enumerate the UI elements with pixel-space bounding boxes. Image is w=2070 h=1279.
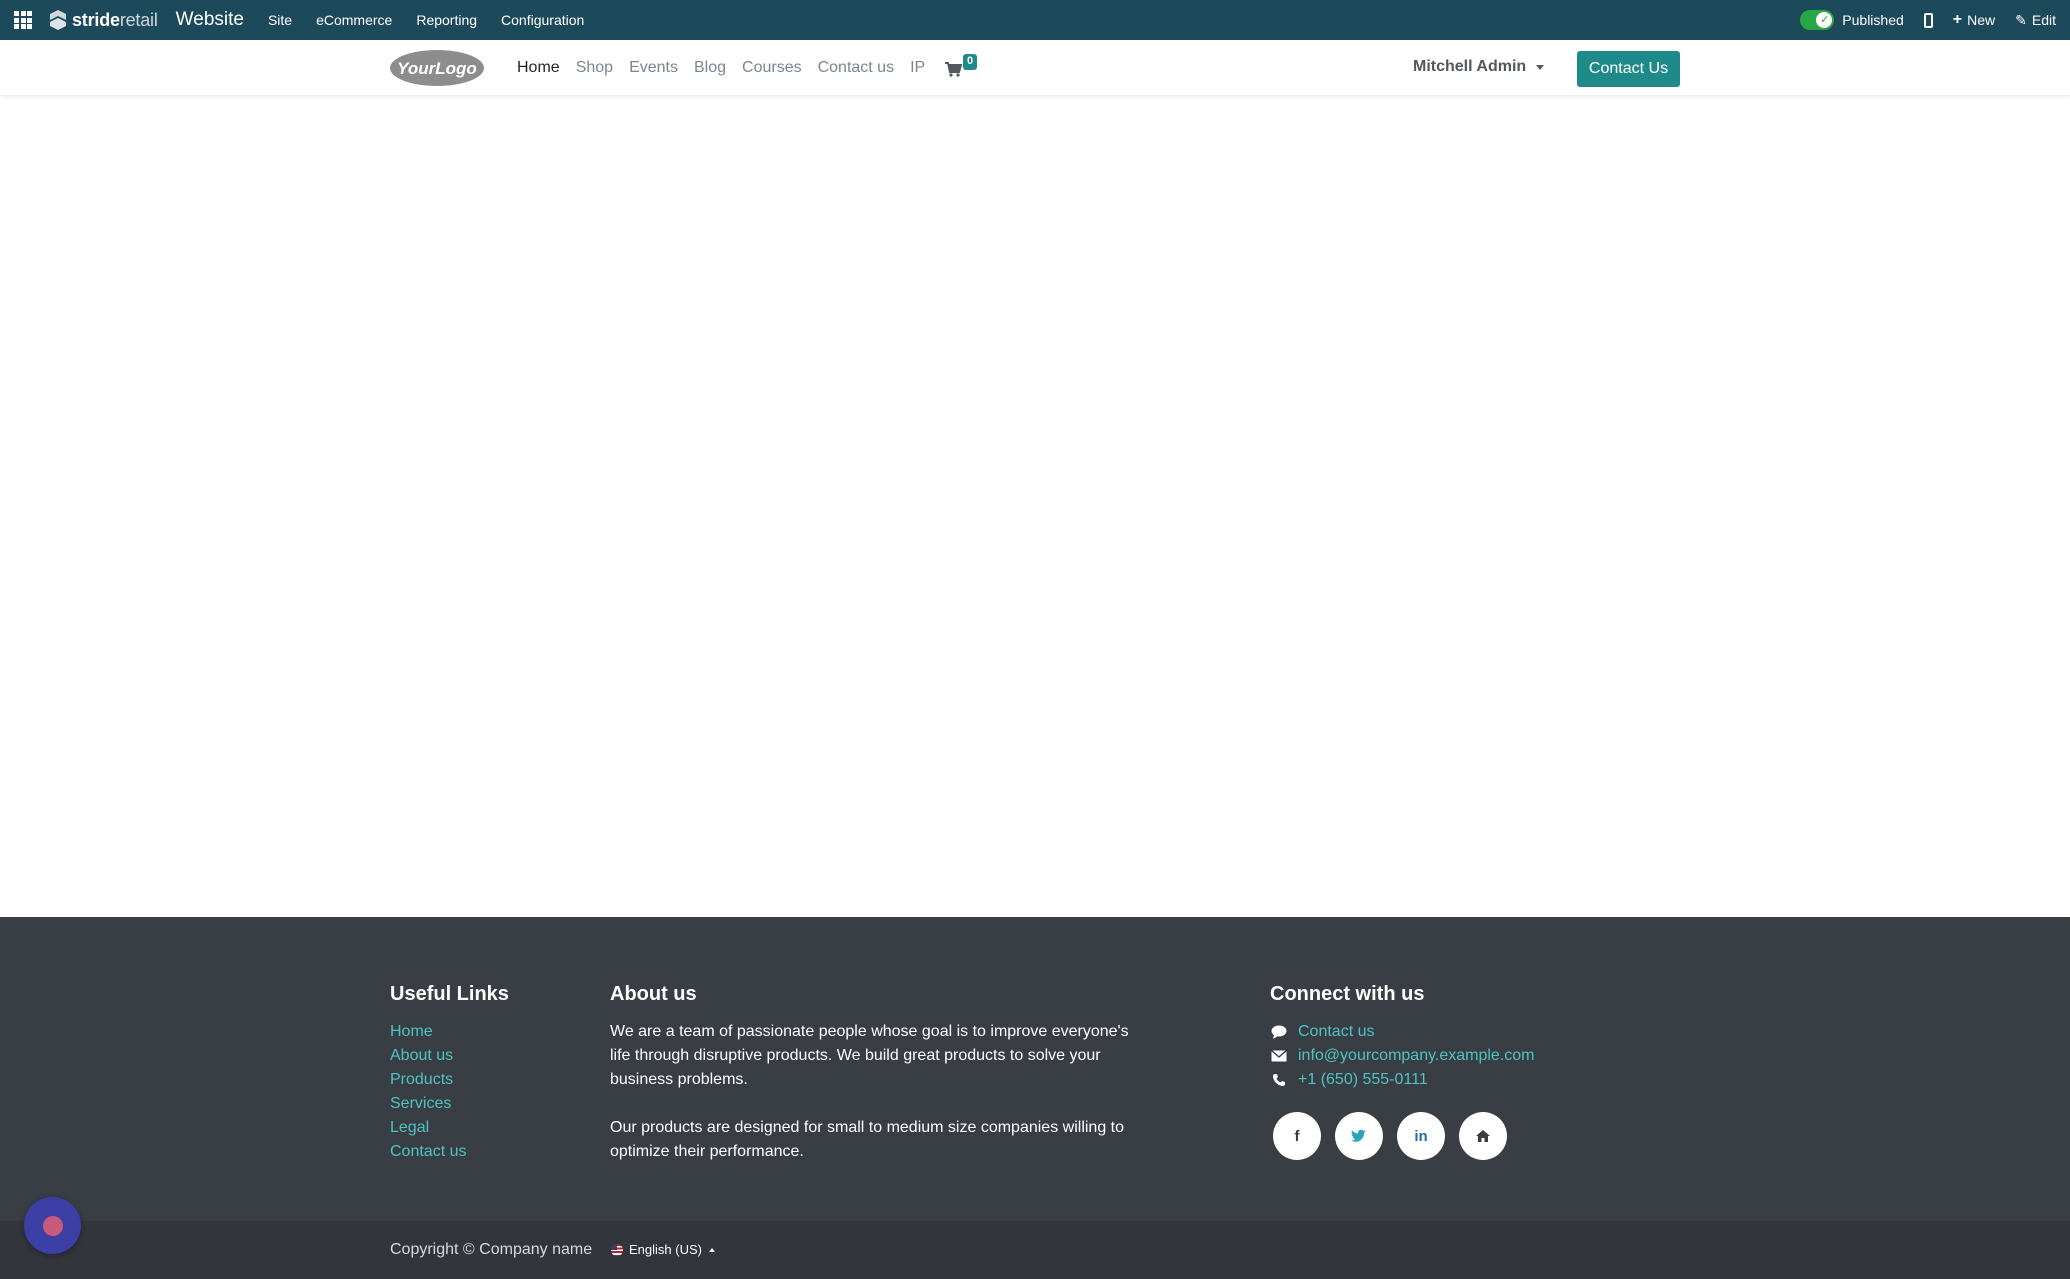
cart-button[interactable]: 0 [944,54,978,78]
published-label: Published [1842,12,1904,28]
useful-links-column: Useful Links Home About us Products Serv… [390,983,509,1164]
copyright-bar: Copyright © Company name English (US) [0,1221,2070,1279]
connect-email-row: info@yourcompany.example.com [1270,1044,1535,1068]
connect-column: Connect with us Contact us info@yourcomp… [1270,983,1535,1160]
caret-down-icon [1536,64,1545,70]
edit-label: Edit [2031,12,2056,28]
admin-menu-configuration[interactable]: Configuration [501,12,584,28]
connect-title: Connect with us [1270,983,1425,1005]
toggle-switch[interactable]: ✓ [1800,10,1835,30]
nav-contact-us[interactable]: Contact us [818,59,894,77]
admin-menu-site[interactable]: Site [268,12,292,28]
about-us-column: About us We are a team of passionate peo… [610,983,1150,1188]
brand-name-part2: retail [119,9,158,30]
new-label: New [1967,12,1996,28]
apps-grid-icon[interactable] [14,11,32,29]
facebook-icon[interactable]: f [1273,1112,1321,1160]
nav-events[interactable]: Events [629,59,678,77]
linkedin-icon[interactable]: in [1397,1112,1445,1160]
mobile-preview-button[interactable] [1923,12,1933,28]
footer-link-legal[interactable]: Legal [390,1116,509,1140]
connect-phone-link[interactable]: +1 (650) 555-0111 [1298,1068,1428,1092]
language-selector[interactable]: English (US) [611,1242,715,1257]
edit-button[interactable]: ✎ Edit [2015,12,2056,29]
check-icon: ✓ [1820,14,1830,26]
footer-link-contact-us[interactable]: Contact us [390,1140,509,1164]
chat-icon [42,1215,63,1236]
brand-logo[interactable]: strideretail [48,9,158,31]
about-us-title: About us [610,983,697,1005]
site-header: YourLogo Home Shop Events Blog Courses C… [0,40,2070,96]
shopping-cart-icon [945,62,962,77]
useful-links-title: Useful Links [390,983,509,1005]
nav-courses[interactable]: Courses [742,59,802,77]
envelope-icon [1270,1049,1288,1063]
social-links: f in [1270,1112,1535,1160]
nav-shop[interactable]: Shop [576,59,613,77]
nav-home[interactable]: Home [517,59,560,77]
about-paragraph-2: Our products are designed for small to m… [610,1119,1125,1160]
contact-us-button[interactable]: Contact Us [1577,51,1680,87]
user-name: Mitchell Admin [1413,58,1527,75]
admin-menu: Site eCommerce Reporting Configuration [268,12,608,28]
language-label: English (US) [629,1242,702,1257]
caret-up-icon [708,1247,715,1252]
chat-launcher-button[interactable] [24,1197,81,1254]
admin-top-bar: strideretail Website Site eCommerce Repo… [0,0,2070,40]
admin-menu-reporting[interactable]: Reporting [416,12,477,28]
twitter-icon[interactable] [1335,1112,1383,1160]
nav-blog[interactable]: Blog [694,59,726,77]
home-icon[interactable] [1459,1112,1507,1160]
admin-menu-ecommerce[interactable]: eCommerce [316,12,392,28]
footer-link-services[interactable]: Services [390,1092,509,1116]
footer-link-about-us[interactable]: About us [390,1044,509,1068]
main-nav: Home Shop Events Blog Courses Contact us… [517,40,941,96]
published-toggle[interactable]: ✓ Published [1800,10,1904,30]
stride-logo-icon [50,10,66,30]
connect-contact-row: Contact us [1270,1020,1535,1044]
connect-contact-link[interactable]: Contact us [1298,1020,1374,1044]
brand-name-part1: stride [72,9,120,30]
admin-actions: ✓ Published + New ✎ Edit [1800,10,2070,30]
about-paragraph-1: We are a team of passionate people whose… [610,1023,1129,1088]
logo-text: YourLogo [397,59,477,78]
cart-count-badge: 0 [963,54,978,70]
new-button[interactable]: + New [1953,11,1995,29]
us-flag-icon [611,1243,623,1256]
connect-email-link[interactable]: info@yourcompany.example.com [1298,1044,1535,1068]
app-name[interactable]: Website [176,9,244,31]
footer: Useful Links Home About us Products Serv… [0,917,2070,1221]
pencil-icon: ✎ [2015,11,2027,28]
site-logo[interactable]: YourLogo [389,49,485,87]
phone-icon [1270,1073,1288,1087]
footer-link-home[interactable]: Home [390,1020,509,1044]
mobile-icon [1923,12,1933,28]
user-menu[interactable]: Mitchell Admin [1413,58,1545,76]
plus-icon: + [1952,11,1963,28]
connect-phone-row: +1 (650) 555-0111 [1270,1068,1535,1092]
nav-ip[interactable]: IP [910,59,925,77]
comment-icon [1270,1025,1288,1039]
footer-link-products[interactable]: Products [390,1068,509,1092]
copyright-text: Copyright © Company name [390,1241,593,1258]
